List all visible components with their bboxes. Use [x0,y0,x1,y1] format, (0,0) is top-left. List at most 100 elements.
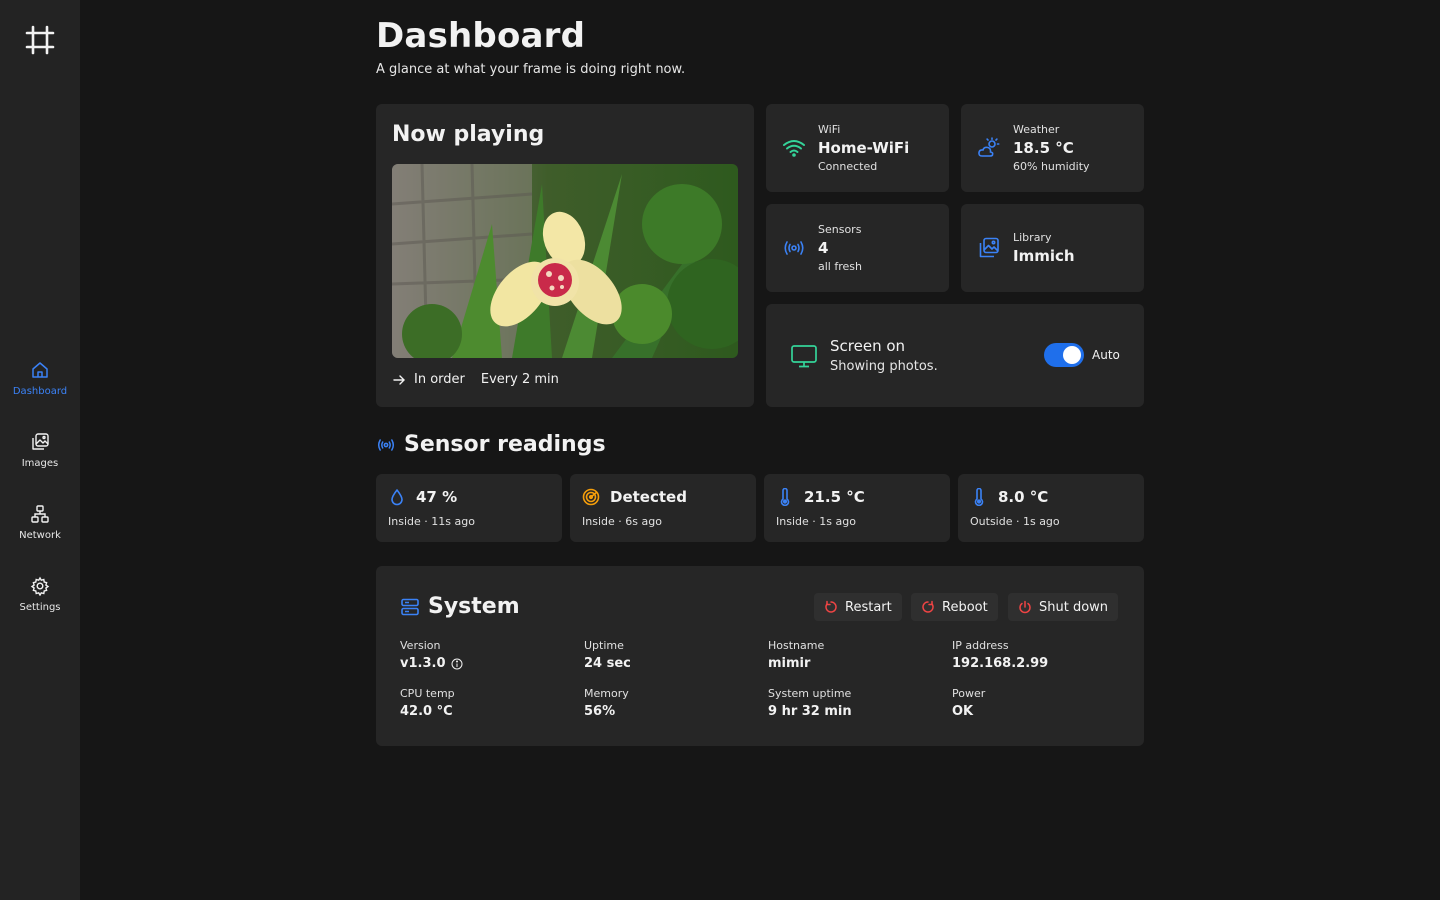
wifi-status: Connected [818,160,878,173]
arrow-right-icon [393,374,405,385]
restart-label: Restart [845,599,892,615]
field-uptime: Uptime 24 sec [584,639,631,671]
sensor-value: 21.5 °C [804,488,865,506]
reboot-icon [922,600,934,613]
sidebar-item-label: Network [19,530,61,541]
sensors-card[interactable]: Sensors 4 all fresh [766,204,949,292]
info-icon[interactable] [451,658,463,670]
sensor-meta: Inside · 6s ago [582,515,662,528]
sidebar-item-label: Dashboard [12,386,68,397]
restart-button[interactable]: Restart [814,593,902,621]
monitor-icon [791,344,817,367]
field-label: IP address [952,639,1009,652]
sidebar-item-settings[interactable]: Settings [0,572,80,644]
cloud-sun-icon [978,137,1000,157]
sensor-meta: Inside · 1s ago [776,515,856,528]
field-value: 42.0 °C [400,704,453,719]
droplet-icon [391,489,403,506]
weather-humidity: 60% humidity [1013,160,1090,173]
server-icon [401,598,419,615]
sensor-value: 47 % [416,488,458,506]
sensors-status: all fresh [818,260,862,273]
now-playing-title: Now playing [392,122,545,147]
auto-toggle-label: Auto [1092,348,1120,362]
network-icon [31,505,49,523]
sidebar-item-label: Settings [19,602,61,613]
frame-grid-icon[interactable] [24,24,56,56]
field-value: 24 sec [584,656,631,671]
sensor-motion[interactable]: Detected Inside · 6s ago [570,474,756,542]
reboot-button[interactable]: Reboot [911,593,998,621]
sidebar-item-label: Images [21,458,59,469]
weather-card[interactable]: Weather 18.5 °C 60% humidity [961,104,1144,192]
field-hostname: Hostname mimir [768,639,824,671]
field-value: 9 hr 32 min [768,704,852,719]
gear-icon [30,576,50,596]
weather-temp: 18.5 °C [1013,139,1074,157]
reboot-label: Reboot [942,599,988,615]
thermometer-icon [780,488,790,506]
field-label: Uptime [584,639,624,652]
page-subtitle: A glance at what your frame is doing rig… [376,62,686,77]
wifi-icon [783,140,805,157]
motion-icon [582,488,600,506]
field-label: Version [400,639,441,652]
shutdown-label: Shut down [1039,599,1109,615]
wifi-network: Home-WiFi [818,139,910,157]
current-photo[interactable] [392,164,738,358]
sensor-value: Detected [610,488,687,506]
restart-icon [825,600,837,613]
home-icon [32,362,48,378]
sensor-readings-header: Sensor readings [376,432,606,457]
now-playing-card: Now playing In order Every 2 min [376,104,754,407]
sensor-humidity[interactable]: 47 % Inside · 11s ago [376,474,562,542]
version-value: v1.3.0 [400,656,446,671]
sensor-temp-inside[interactable]: 21.5 °C Inside · 1s ago [764,474,950,542]
playback-info: In order Every 2 min [392,372,559,387]
sensor-temp-outside[interactable]: 8.0 °C Outside · 1s ago [958,474,1144,542]
field-version: Version v1.3.0 [400,639,463,671]
library-icon [979,237,999,258]
sensors-label: Sensors [818,223,862,236]
field-system-uptime: System uptime 9 hr 32 min [768,687,852,719]
field-value: OK [952,704,974,719]
flower-photo [392,164,738,358]
field-cpu-temp: CPU temp 42.0 °C [400,687,455,719]
system-header: System [400,594,520,619]
sidebar-nav: Dashboard Images Network Settings [0,356,80,644]
field-value: mimir [768,656,811,671]
wifi-card[interactable]: WiFi Home-WiFi Connected [766,104,949,192]
sidebar-item-dashboard[interactable]: Dashboard [0,356,80,428]
field-label: Hostname [768,639,825,652]
thermometer-icon [974,488,984,506]
field-label: Power [952,687,986,700]
wifi-label: WiFi [818,123,841,136]
page-title: Dashboard [376,16,586,56]
sensor-value: 8.0 °C [998,488,1049,506]
library-card[interactable]: Library Immich [961,204,1144,292]
field-value: v1.3.0 [400,656,463,671]
field-label: CPU temp [400,687,455,700]
sidebar-item-network[interactable]: Network [0,500,80,572]
field-value: 192.168.2.99 [952,656,1049,671]
auto-toggle[interactable] [1044,343,1084,367]
playback-order: In order [414,372,465,387]
field-power: Power OK [952,687,985,719]
playback-interval: Every 2 min [480,372,559,387]
field-label: System uptime [768,687,852,700]
images-icon [32,433,49,450]
sensor-readings-title: Sensor readings [404,432,606,457]
system-card: System Restart Reboot Shut down Version … [376,566,1144,746]
sensor-meta: Inside · 11s ago [388,515,475,528]
field-ip-address: IP address 192.168.2.99 [952,639,1048,671]
broadcast-icon [784,241,804,255]
power-icon [1019,600,1031,614]
shutdown-button[interactable]: Shut down [1008,593,1119,621]
sidebar-item-images[interactable]: Images [0,428,80,500]
screen-card: Screen on Showing photos. Auto [766,304,1144,407]
library-label: Library [1013,231,1052,244]
system-title: System [428,594,520,619]
broadcast-icon [377,438,395,451]
field-memory: Memory 56% [584,687,629,719]
field-value: 56% [584,704,616,719]
